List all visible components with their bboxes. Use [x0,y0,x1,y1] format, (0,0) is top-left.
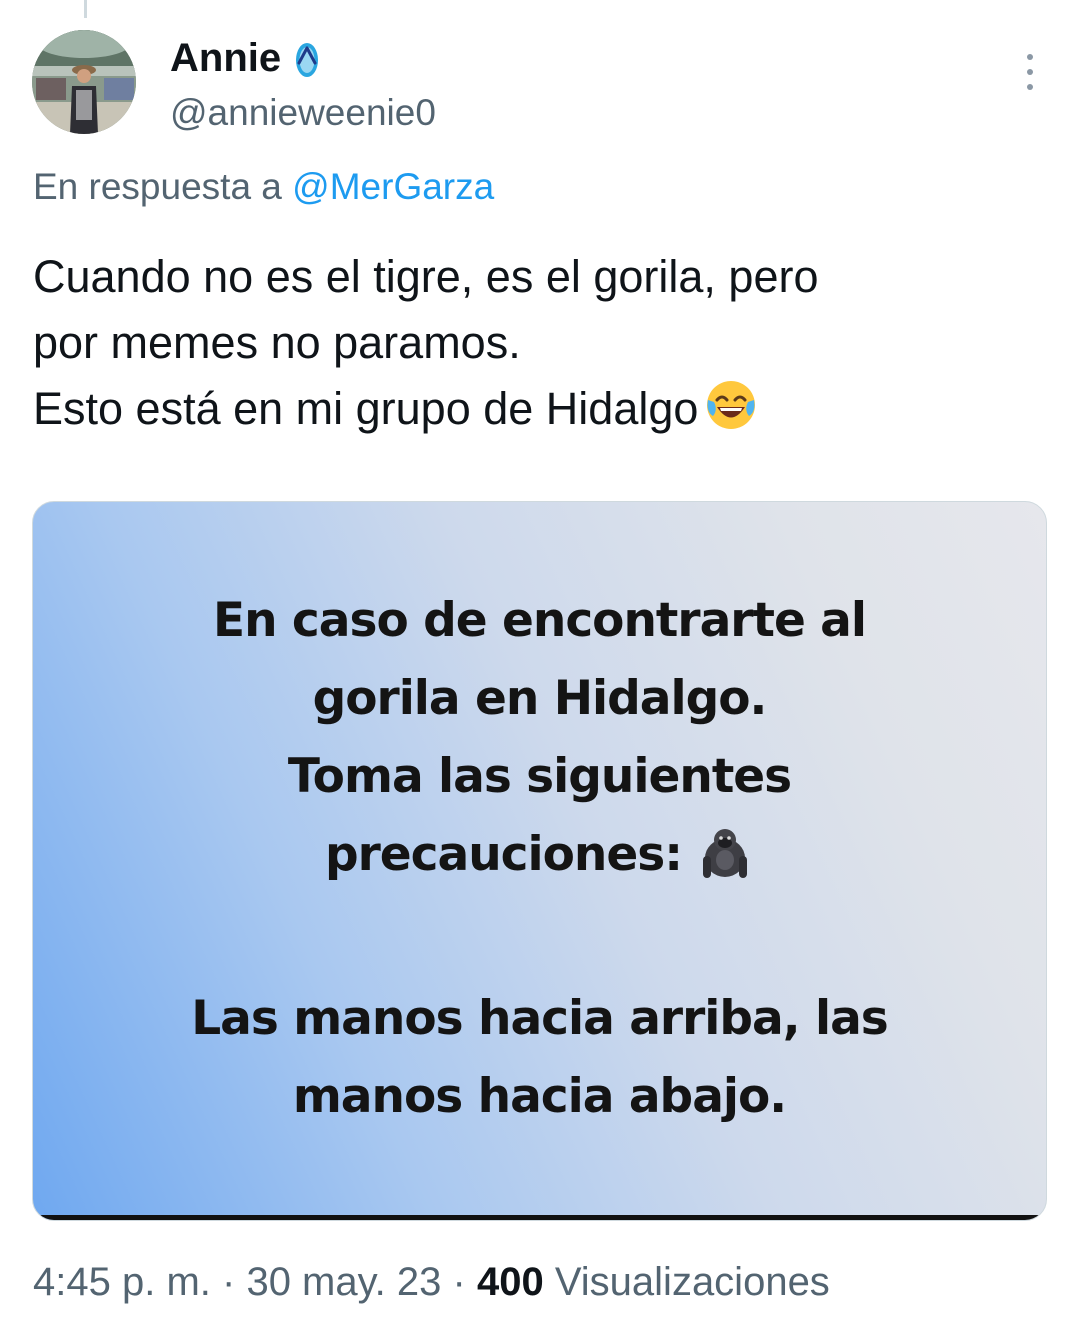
meme-text-line: Toma las siguientes [287,749,792,804]
more-dot-icon [1027,84,1033,90]
thread-connector-line [84,0,87,18]
meta-separator: · [222,1260,236,1304]
meme-text-line: gorila en Hidalgo. [312,671,768,726]
author-handle[interactable]: @annieweenie0 [170,92,436,134]
reply-context: En respuesta a @MerGarza [33,166,494,208]
meta-separator: · [452,1260,466,1304]
reply-mention-link[interactable]: @MerGarza [292,166,494,207]
author-display-name[interactable]: Annie [170,36,321,81]
views-count[interactable]: 400 [477,1260,544,1304]
meme-text-line-with-emoji: precauciones: [33,816,1046,894]
tweet-time[interactable]: 4:45 p. m. [33,1260,211,1304]
meme-text-block-1: En caso de encontrarte al gorila en Hida… [33,582,1046,894]
more-options-button[interactable] [1023,54,1037,90]
tweet-media-image[interactable]: En caso de encontrarte al gorila en Hida… [32,501,1047,1221]
tweet-text-line: Cuando no es el tigre, es el gorila, per… [33,251,819,302]
author-name-text: Annie [170,36,282,80]
flip-flop-icon [296,42,319,77]
tweet-date[interactable]: 30 may. 23 [246,1260,441,1304]
meme-text-line: En caso de encontrarte al [212,593,867,648]
tweet-text-line: por memes no paramos. [33,317,521,368]
more-dot-icon [1027,54,1033,60]
meme-text-content: precauciones: [324,827,683,882]
meme-text-line: Las manos hacia arriba, las [191,991,889,1046]
meme-text-block-2: Las manos hacia arriba, las manos hacia … [33,980,1046,1136]
tweet-text-line-content: Esto está en mi grupo de Hidalgo [33,383,699,434]
tweet-metadata: 4:45 p. m. · 30 may. 23 · 400 Visualizac… [33,1260,830,1305]
avatar-photo [32,30,136,134]
avatar[interactable] [32,30,136,134]
face-with-tears-of-joy-icon [707,381,756,429]
media-bottom-edge [33,1215,1046,1220]
reply-prefix: En respuesta a [33,166,282,207]
tweet-text-line-last: Esto está en mi grupo de Hidalgo [33,376,1043,442]
tweet-header: Annie @annieweenie0 [32,30,1047,136]
more-dot-icon [1027,69,1033,75]
views-label[interactable]: Visualizaciones [555,1260,830,1304]
meme-text-line: manos hacia abajo. [292,1069,787,1124]
tweet-body: Cuando no es el tigre, es el gorila, per… [33,244,1043,442]
gorilla-icon [703,829,748,878]
